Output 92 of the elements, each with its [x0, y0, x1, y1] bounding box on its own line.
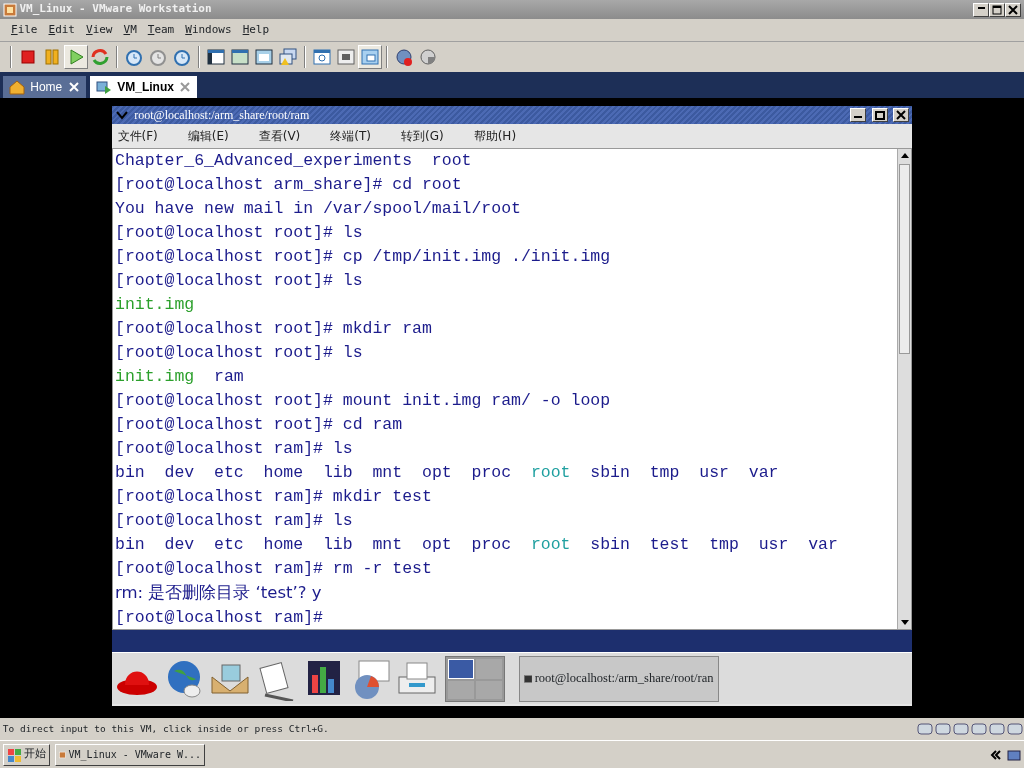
terminal-line: rm: 是否删除目录 ‘test’? y: [115, 583, 322, 602]
terminal-line: [root@localhost root]# ls: [115, 223, 363, 242]
file-name: root: [530, 463, 571, 482]
file-name: lib: [322, 463, 353, 482]
status-text: To direct input to this VM, click inside or press Ctrl+G.: [2, 721, 330, 736]
terminal-line: [root@localhost ram]# mkdir test: [115, 487, 432, 506]
menu-item[interactable]: VM: [123, 21, 137, 39]
file-name: home: [263, 535, 304, 554]
menu-item[interactable]: 查看(V): [258, 127, 301, 145]
chevron-icon[interactable]: [989, 748, 1004, 761]
close-icon: [1006, 3, 1021, 16]
maximize-button[interactable]: [871, 108, 888, 122]
menu-item[interactable]: Windows: [185, 21, 232, 39]
close-icon[interactable]: [179, 81, 192, 93]
terminal-line: [root@localhost ram]# ls: [115, 439, 353, 458]
start-button[interactable]: 开始: [2, 743, 50, 766]
file-name: root: [530, 535, 571, 554]
file-name: opt: [422, 535, 452, 554]
file-name: tmp: [649, 463, 680, 482]
file-name: init.img: [115, 295, 195, 314]
file-name: sbin: [590, 535, 630, 554]
file-name: test: [649, 535, 690, 554]
menu-item[interactable]: Team: [147, 21, 175, 39]
terminal-line: [root@localhost root]# mount init.img ram/ -o loop: [115, 391, 611, 410]
file-name: mnt: [372, 463, 403, 482]
menu-item[interactable]: 文件(F): [117, 127, 158, 145]
file-name: var: [748, 463, 779, 482]
maximize-button[interactable]: [989, 2, 1006, 17]
scrollbar[interactable]: [897, 149, 911, 629]
file-name: Chapter_6_Advanced_experiments: [115, 151, 413, 170]
file-name: etc: [214, 463, 244, 482]
minimize-button[interactable]: [850, 108, 867, 122]
terminal-line: [root@localhost root]# cp /tmp/init.img ./init.img: [115, 247, 611, 266]
terminal-line: [root@localhost ram]# rm -r test: [115, 559, 432, 578]
terminal-line: [root@localhost root]# cd ram: [115, 415, 403, 434]
maximize-icon: [872, 109, 887, 121]
house-icon: [8, 79, 25, 95]
menu-item[interactable]: 编辑(E): [187, 127, 229, 145]
minimize-icon: [977, 7, 985, 10]
windows-logo-icon: [6, 747, 21, 762]
terminal-line: You have new mail in /var/spool/mail/root: [115, 199, 521, 218]
close-icon: [894, 109, 909, 121]
chevron-icon: [114, 109, 129, 121]
file-name: bin: [115, 535, 145, 554]
terminal-line: [root@localhost ram]# ls: [115, 511, 353, 530]
taskbar-button[interactable]: VM_Linux - VMware W...: [55, 743, 205, 766]
maximize-icon: [990, 3, 1005, 16]
file-name: lib: [322, 535, 353, 554]
tab[interactable]: Home: [2, 76, 86, 98]
menu-item[interactable]: Help: [242, 21, 270, 39]
file-name: etc: [214, 535, 244, 554]
close-button[interactable]: [893, 108, 910, 122]
terminal-icon: [523, 672, 532, 685]
file-name: bin: [115, 463, 145, 482]
vm-icon: [95, 79, 112, 95]
terminal-line: [root@localhost root]# ls: [115, 343, 363, 362]
task-button[interactable]: root@localhost:/arm_share/root/ran: [518, 655, 719, 702]
file-name: mnt: [372, 535, 403, 554]
windows-icon: [276, 46, 299, 68]
minimize-icon: [854, 116, 863, 119]
file-name: proc: [471, 535, 512, 554]
tab[interactable]: VM_Linux: [89, 76, 198, 98]
minimize-button[interactable]: [973, 2, 990, 17]
menu-item[interactable]: File: [11, 21, 38, 39]
app-icon: [2, 2, 17, 17]
window-title: root@localhost:/arm_share/root/ram: [134, 107, 311, 124]
file-name: tmp: [709, 535, 739, 554]
file-name: proc: [471, 463, 512, 482]
terminal-line: [root@localhost arm_share]# cd root: [115, 175, 462, 194]
menu-item[interactable]: View: [86, 21, 113, 39]
file-name: home: [263, 463, 304, 482]
file-name: init.img: [115, 367, 195, 386]
file-name: usr: [699, 463, 729, 482]
menu-item[interactable]: 终端(T): [330, 127, 371, 145]
file-name: sbin: [590, 463, 630, 482]
workspace-switcher[interactable]: [444, 655, 505, 702]
workspace[interactable]: [447, 658, 474, 679]
file-name: dev: [164, 535, 195, 554]
close-button[interactable]: [1005, 2, 1022, 17]
file-name: var: [808, 535, 838, 554]
menu-item[interactable]: Edit: [48, 21, 75, 39]
window-title: VM_Linux - VMware Workstation: [19, 1, 213, 18]
file-name: root: [431, 151, 472, 170]
menu-item[interactable]: 转到(G): [401, 127, 444, 145]
file-name: ram: [214, 367, 244, 386]
file-name: dev: [164, 463, 195, 482]
file-name: opt: [422, 463, 452, 482]
file-name: usr: [758, 535, 789, 554]
menu-item[interactable]: 帮助(H): [473, 127, 517, 145]
terminal-line: [root@localhost root]# mkdir ram: [115, 319, 432, 338]
terminal-line: [root@localhost root]# ls: [115, 271, 363, 290]
terminal-line: [root@localhost ram]#: [115, 608, 323, 627]
